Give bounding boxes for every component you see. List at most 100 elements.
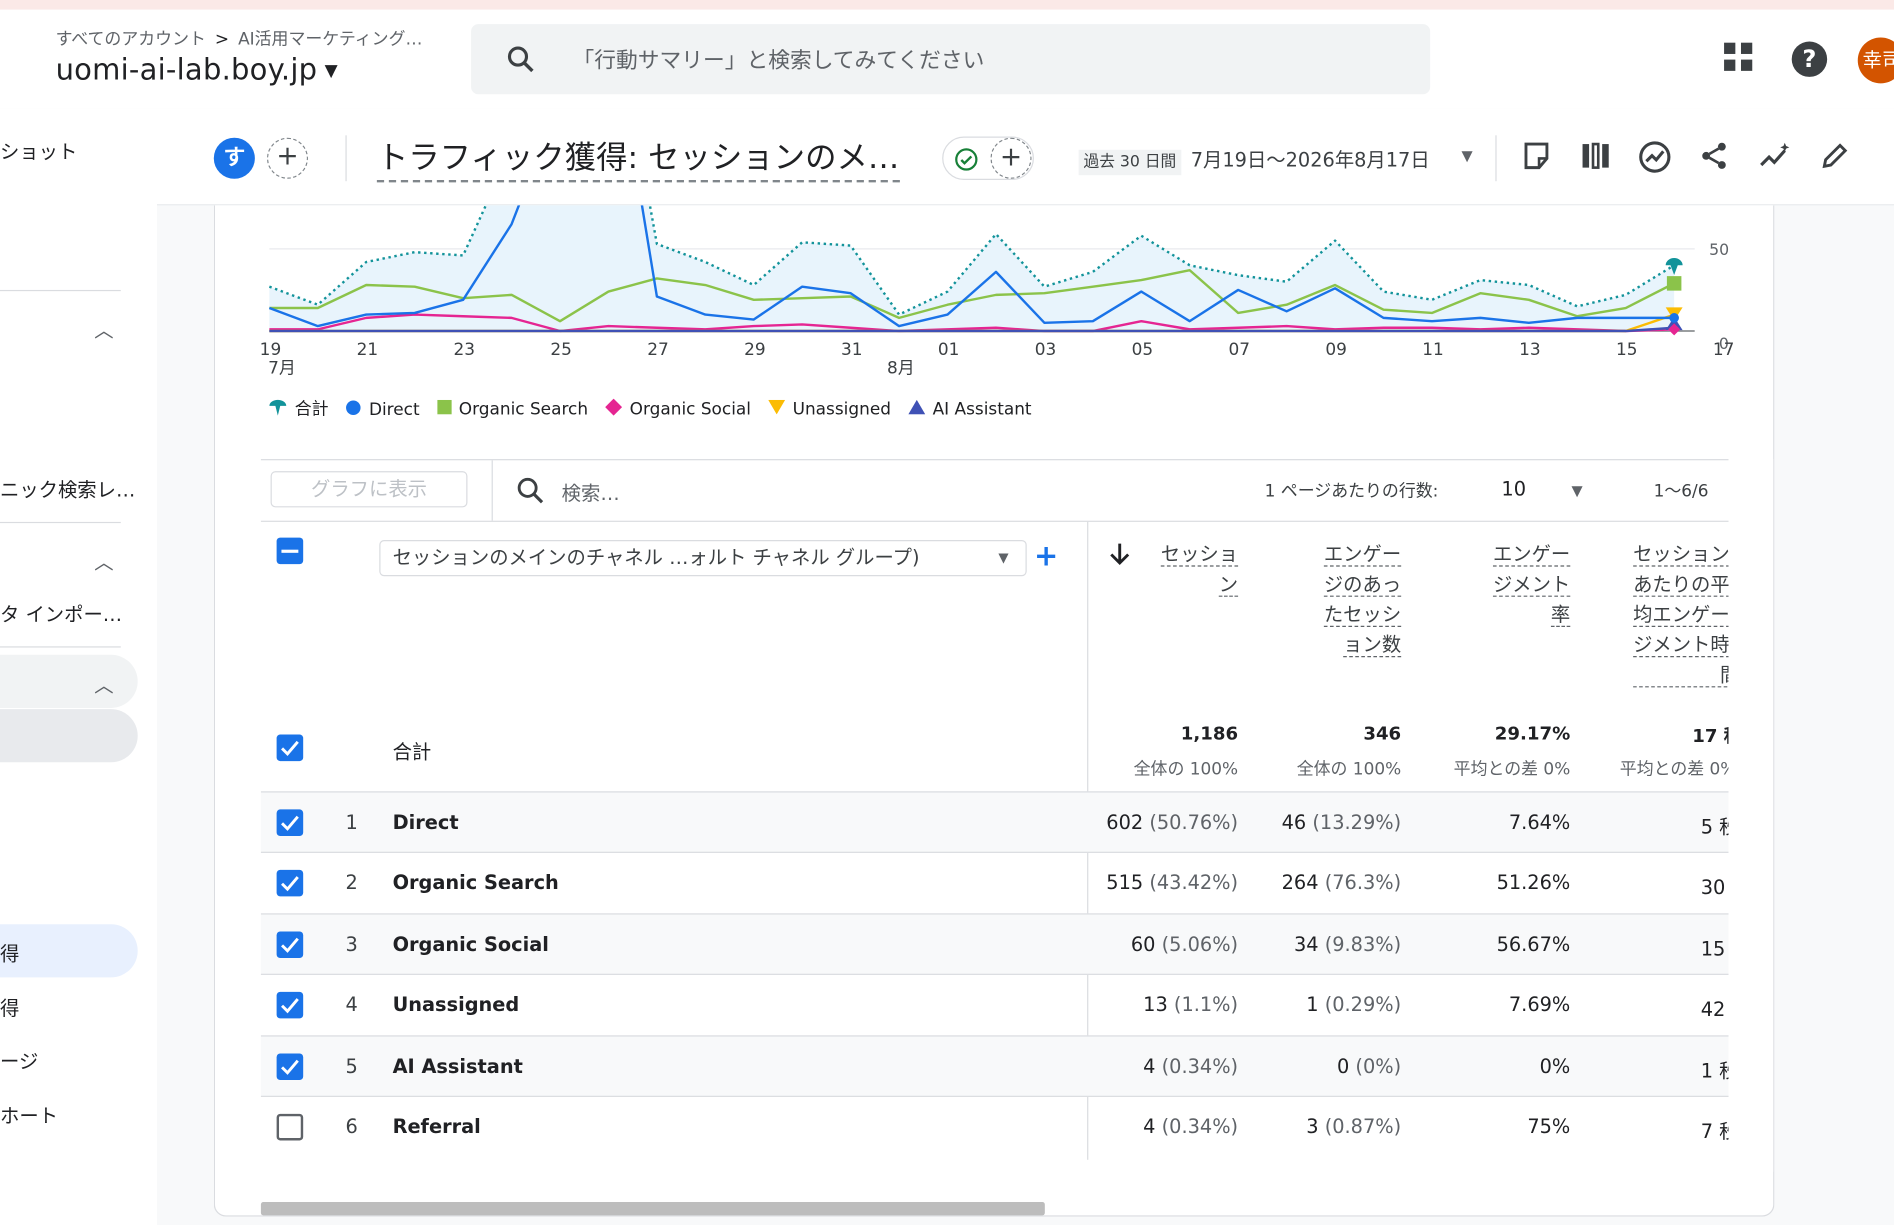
engaged-sessions-cell: 1 (0.29%) — [1256, 993, 1401, 1016]
row-checkbox[interactable] — [276, 931, 304, 959]
help-icon[interactable]: ? — [1790, 40, 1829, 79]
rows-per-page-select[interactable]: 10 — [1501, 477, 1526, 500]
breadcrumb-root[interactable]: すべてのアカウント — [56, 30, 206, 49]
sidebar-item-organic-search-report[interactable]: ニック検索レ… — [0, 474, 135, 503]
legend-marker-organic-search — [437, 399, 452, 419]
engaged-sessions-cell: 46 (13.29%) — [1256, 811, 1402, 834]
x-tick-label: 31 — [841, 339, 863, 359]
table-row[interactable]: 1 Direct 602 (50.76%) 46 (13.29%) 7.64% 5 秒 — [260, 791, 1739, 853]
apps-grid-icon[interactable] — [1721, 40, 1755, 74]
column-header-engaged-sessions[interactable]: エンゲー ジのあっ たセッシ ョン数 — [1292, 539, 1402, 660]
chevron-down-icon[interactable]: ▼ — [1462, 147, 1473, 164]
sidebar-item-cohort[interactable]: ホート — [0, 1099, 58, 1128]
chevron-up-icon[interactable]: ︿ — [94, 314, 113, 343]
sessions-percent: (43.42%) — [1149, 871, 1239, 894]
chevron-down-icon[interactable]: ▼ — [1571, 482, 1582, 499]
line-chart[interactable]: 50019 21 23 25 27 29 31 01 03 05 07 09 11 13 15 177月 8月 — [215, 205, 1776, 398]
add-filter-button[interactable]: + — [990, 137, 1032, 179]
table-row[interactable]: 5 AI Assistant 4 (0.34%) 0 (0%) 0% 1 秒 — [260, 1035, 1739, 1097]
comparison-chip[interactable]: す — [213, 137, 255, 179]
edit-pencil-icon[interactable] — [1819, 140, 1850, 171]
sidebar-item-pages[interactable]: ージ — [0, 1045, 38, 1074]
row-checkbox[interactable] — [276, 809, 304, 837]
report-status-chip[interactable]: + — [942, 136, 1034, 181]
legend-item-unassigned[interactable]: Unassigned — [768, 399, 891, 419]
select-all-checkbox[interactable] — [276, 537, 304, 565]
sidebar-item-snapshot[interactable]: ショット — [0, 135, 77, 164]
table-search-input[interactable]: 検索… — [562, 477, 620, 506]
avg-engagement-time-cell: 1 秒 — [1700, 1059, 1739, 1083]
share-icon[interactable] — [1698, 140, 1729, 171]
column-header-sessions[interactable]: セッション — [1135, 539, 1239, 599]
sidebar-divider — [0, 646, 121, 648]
plot-rows-button[interactable]: グラフに表示 — [270, 471, 468, 508]
date-range-picker[interactable]: 過去 30 日間 7月19日〜2026年8月17日 — [1078, 144, 1430, 176]
total-engagement-rate: 29.17% — [1494, 722, 1571, 745]
breadcrumb[interactable]: すべてのアカウント > AI活用マーケティング… — [56, 27, 423, 51]
channel-name[interactable]: Organic Search — [393, 871, 559, 894]
engaged-percent: (0.29%) — [1324, 993, 1402, 1017]
channel-name[interactable]: Organic Social — [393, 933, 549, 956]
insights-trend-icon[interactable] — [1638, 140, 1672, 174]
channel-name[interactable]: AI Assistant — [393, 1055, 523, 1078]
avg-engagement-time-cell: 15 秒 — [1700, 937, 1751, 961]
engagement-rate-cell: 7.69% — [1508, 993, 1571, 1017]
page-title[interactable]: トラフィック獲得: セッションのメ… — [376, 133, 900, 183]
header-line: ョン数 — [1343, 633, 1402, 658]
x-tick-label: 17 — [1713, 339, 1735, 359]
sessions-value: 13 — [1143, 993, 1168, 1017]
table-row[interactable]: 2 Organic Search 515 (43.42%) 264 (76.3%) 51… — [260, 851, 1751, 914]
global-search[interactable]: 「行動サマリー」と検索してみてください — [471, 24, 1431, 95]
sort-descending-icon[interactable] — [1108, 541, 1132, 568]
insights-sparkle-icon[interactable] — [1757, 140, 1793, 171]
legend-label: Organic Social — [629, 399, 751, 420]
table-row[interactable]: 3 Organic Social 60 (5.06%) 34 (9.83%) 56.67… — [260, 913, 1751, 975]
date-range-label: 7月19日〜2026年8月17日 — [1190, 148, 1430, 172]
channel-name[interactable]: Unassigned — [393, 993, 520, 1016]
engaged-percent: (0.87%) — [1324, 1115, 1402, 1139]
sidebar-item-traffic-acquisition[interactable]: 得 — [0, 937, 19, 966]
row-checkbox[interactable] — [276, 1113, 304, 1141]
legend-item-direct[interactable]: Direct — [346, 399, 420, 420]
total-engaged-share: 全体の 100% — [1296, 759, 1402, 780]
sessions-value: 4 — [1143, 1115, 1156, 1139]
legend-item-organic-search[interactable]: Organic Search — [437, 399, 588, 419]
chevron-up-icon[interactable]: ︿ — [94, 669, 113, 698]
add-comparison-button[interactable]: + — [266, 137, 309, 179]
table-row[interactable]: 4 Unassigned 13 (1.1%) 1 (0.29%) 7.69% 42 秒 — [260, 973, 1751, 1036]
sidebar-item-active[interactable] — [0, 924, 138, 978]
sidebar-item-data-import[interactable]: タ インポー… — [0, 598, 128, 627]
totals-checkbox[interactable] — [276, 734, 304, 762]
sidebar-item-user-acquisition[interactable]: 得 — [0, 992, 19, 1021]
legend-item-organic-social[interactable]: Organic Social — [605, 398, 751, 421]
row-checkbox[interactable] — [276, 869, 304, 897]
account-selector[interactable]: uomi-ai-lab.boy.jp ▼ — [56, 53, 338, 87]
channel-name[interactable]: Direct — [393, 811, 459, 834]
sidebar-item-highlight[interactable] — [0, 709, 138, 763]
sessions-value: 602 — [1106, 810, 1144, 834]
legend-item-ai-assistant[interactable]: AI Assistant — [908, 399, 1032, 419]
y-tick-label: 50 — [1709, 240, 1729, 259]
chevron-up-icon[interactable]: ︿ — [94, 546, 113, 575]
column-header-engagement-rate[interactable]: エンゲー ジメント率 — [1462, 539, 1571, 630]
add-dimension-button[interactable]: + — [1034, 539, 1058, 573]
chart-legend: 合計 Direct Organic Search Organic Social … — [268, 396, 1043, 420]
table-row[interactable]: 6 Referral 4 (0.34%) 3 (0.87%) 75% 7 秒 — [260, 1095, 1739, 1158]
divider — [260, 520, 1729, 522]
sidebar-section-header[interactable] — [0, 654, 138, 708]
header-line: ン — [1218, 572, 1239, 597]
insight-note-icon[interactable] — [1521, 140, 1552, 171]
horizontal-scrollbar[interactable] — [260, 1202, 1045, 1216]
column-header-avg-engagement-time[interactable]: セッションあたりの平均エンゲージメント時間 — [1633, 539, 1729, 690]
header-line: ジのあっ — [1323, 572, 1402, 597]
row-checkbox[interactable] — [276, 991, 304, 1019]
divider — [1495, 135, 1497, 182]
channel-name[interactable]: Referral — [393, 1115, 481, 1138]
sessions-value: 515 — [1106, 871, 1144, 894]
compare-columns-icon[interactable] — [1579, 140, 1613, 171]
sessions-cell: 60 (5.06%) — [1093, 933, 1238, 956]
dimension-select[interactable]: セッションのメインのチャネル …ォルト チャネル グループ) ▼ — [379, 540, 1027, 577]
row-checkbox[interactable] — [276, 1053, 304, 1081]
breadcrumb-property[interactable]: AI活用マーケティング… — [238, 30, 422, 49]
legend-item-total[interactable]: 合計 — [268, 396, 329, 420]
